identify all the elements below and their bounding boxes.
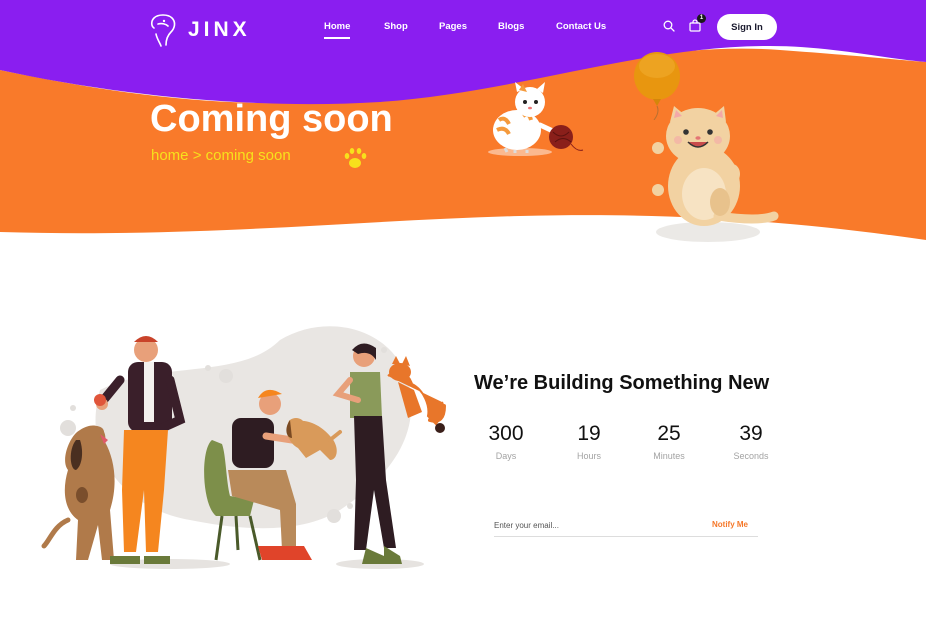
cat-illustration — [652, 106, 779, 242]
countdown-minutes: 25 Minutes — [629, 422, 709, 461]
email-input[interactable] — [494, 515, 694, 535]
breadcrumb[interactable]: home > coming soon — [151, 147, 291, 164]
countdown-hours: 19 Hours — [549, 422, 629, 461]
cart-button[interactable]: 1 — [689, 14, 706, 37]
sign-in-button[interactable]: Sign In — [717, 14, 777, 40]
countdown-seconds: 39 Seconds — [711, 422, 791, 461]
dog-logo-icon — [150, 14, 176, 47]
subscribe-form: Notify Me — [494, 515, 758, 537]
nav-pages[interactable]: Pages — [439, 21, 467, 32]
paw-icon — [344, 148, 367, 168]
hero-background — [0, 0, 926, 240]
cart-count-badge: 1 — [697, 14, 706, 23]
search-button[interactable] — [663, 19, 675, 37]
countdown-days-value: 300 — [488, 422, 524, 445]
countdown-days-label: Days — [495, 451, 517, 461]
nav-contact-us[interactable]: Contact Us — [556, 21, 606, 32]
nav-blogs[interactable]: Blogs — [498, 21, 524, 32]
countdown-hours-label: Hours — [576, 451, 601, 461]
page-title: Coming soon — [150, 98, 393, 140]
brand-logo[interactable]: JINX — [148, 12, 251, 48]
search-icon — [663, 20, 675, 32]
nav-shop[interactable]: Shop — [384, 21, 408, 32]
countdown-hours-value: 19 — [577, 422, 601, 445]
countdown-seconds-label: Seconds — [733, 451, 769, 461]
countdown-minutes-value: 25 — [657, 422, 681, 445]
coming-soon-page: JINX Home Shop Pages Blogs Contact Us 1 … — [0, 0, 926, 636]
kitten-yarn-illustration — [488, 82, 584, 156]
nav-home[interactable]: Home — [324, 21, 351, 39]
notify-me-button[interactable]: Notify Me — [712, 520, 748, 529]
pets-people-illustration — [41, 326, 446, 569]
countdown-seconds-value: 39 — [739, 422, 763, 445]
countdown-heading: We’re Building Something New — [474, 372, 770, 394]
brand-name: JINX — [188, 18, 251, 41]
countdown-minutes-label: Minutes — [653, 451, 685, 461]
countdown-days: 300 Days — [466, 422, 546, 461]
